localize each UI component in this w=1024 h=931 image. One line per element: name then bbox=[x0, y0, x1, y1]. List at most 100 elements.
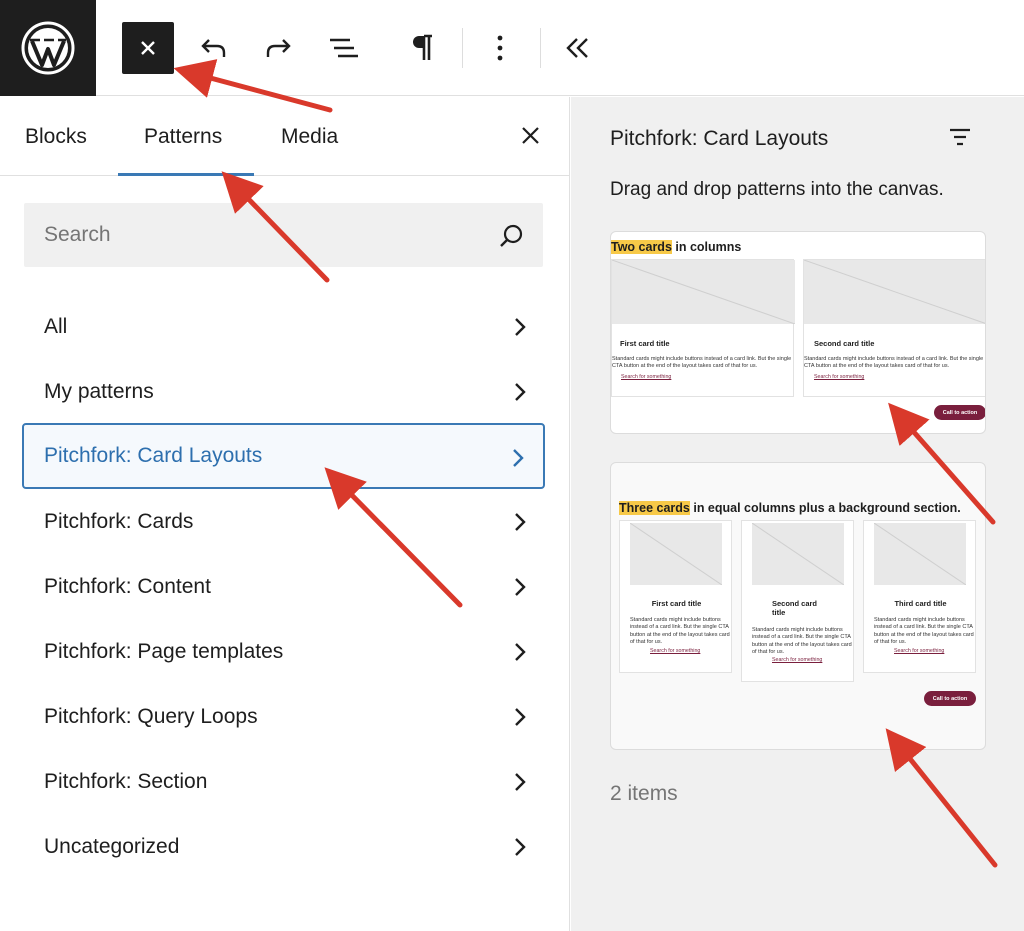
category-card-layouts[interactable]: Pitchfork: Card Layouts bbox=[22, 423, 545, 489]
category-page-templates[interactable]: Pitchfork: Page templates bbox=[22, 619, 545, 685]
image-placeholder bbox=[874, 523, 966, 585]
close-icon bbox=[522, 127, 539, 144]
image-placeholder bbox=[752, 523, 844, 585]
category-label: My patterns bbox=[44, 380, 154, 403]
chevron-right-icon bbox=[515, 578, 526, 596]
wordpress-logo-button[interactable] bbox=[0, 0, 96, 96]
category-label: Pitchfork: Section bbox=[44, 770, 208, 793]
pattern-card: Second card title Standard cards might i… bbox=[803, 259, 985, 397]
category-label: Pitchfork: Card Layouts bbox=[44, 444, 263, 467]
pattern-card: First card title Standard cards might in… bbox=[611, 259, 795, 397]
tab-patterns[interactable]: Patterns bbox=[144, 125, 222, 149]
pattern-search bbox=[24, 203, 543, 267]
close-panel-button[interactable] bbox=[518, 123, 544, 149]
image-placeholder bbox=[612, 260, 795, 324]
category-label: Pitchfork: Content bbox=[44, 575, 211, 598]
placeholder-diagonal-icon bbox=[752, 523, 844, 585]
card-title: Second card title bbox=[772, 599, 818, 617]
close-icon bbox=[141, 41, 155, 55]
list-view-button[interactable] bbox=[318, 22, 370, 74]
category-label: Uncategorized bbox=[44, 835, 180, 858]
filter-icon bbox=[950, 128, 970, 146]
pattern-preview-three-cards[interactable]: Three cards in equal columns plus a back… bbox=[610, 462, 986, 750]
panel-title: Pitchfork: Card Layouts bbox=[610, 127, 829, 150]
chevron-right-icon bbox=[515, 318, 526, 336]
card-body: Standard cards might include buttons ins… bbox=[874, 617, 974, 646]
toolbar-separator bbox=[540, 28, 541, 68]
card-title: Third card title bbox=[894, 599, 947, 608]
wordpress-logo-icon bbox=[21, 21, 75, 75]
category-uncategorized[interactable]: Uncategorized bbox=[22, 814, 545, 880]
chevron-right-icon bbox=[515, 513, 526, 531]
heading-highlight: Three cards bbox=[619, 501, 690, 515]
chevron-right-icon bbox=[515, 838, 526, 856]
pattern-heading: Two cards in columns bbox=[611, 240, 741, 254]
redo-button[interactable] bbox=[252, 22, 304, 74]
heading-highlight: Two cards bbox=[611, 240, 672, 254]
placeholder-diagonal-icon bbox=[874, 523, 966, 585]
category-label: Pitchfork: Cards bbox=[44, 510, 194, 533]
card-link: Search for something bbox=[772, 657, 823, 663]
list-view-icon bbox=[330, 38, 358, 58]
chevron-right-icon bbox=[513, 449, 524, 467]
tab-media[interactable]: Media bbox=[281, 125, 338, 149]
image-placeholder bbox=[630, 523, 722, 585]
card-title: First card title bbox=[651, 599, 702, 608]
placeholder-diagonal-icon bbox=[630, 523, 722, 585]
card-title: Second card title bbox=[814, 339, 875, 348]
chevron-right-icon bbox=[515, 773, 526, 791]
heading-text: in columns bbox=[671, 240, 742, 254]
card-link: Search for something bbox=[894, 648, 945, 654]
inserter-tabs: Blocks Patterns Media bbox=[0, 97, 570, 176]
undo-icon bbox=[201, 39, 226, 57]
heading-text: in equal columns plus a background secti… bbox=[689, 501, 961, 515]
tab-blocks[interactable]: Blocks bbox=[25, 125, 87, 149]
call-to-action-button: Call to action bbox=[924, 691, 976, 706]
close-inserter-button[interactable] bbox=[122, 22, 174, 74]
more-vertical-icon bbox=[497, 35, 503, 61]
category-my-patterns[interactable]: My patterns bbox=[22, 359, 545, 425]
toolbar-separator bbox=[462, 28, 463, 68]
pattern-card: Second card title Standard cards might i… bbox=[741, 520, 854, 682]
card-body: Standard cards might include buttons ins… bbox=[752, 627, 852, 656]
paragraph-button[interactable] bbox=[396, 22, 448, 74]
more-options-button[interactable] bbox=[474, 22, 526, 74]
pattern-count: 2 items bbox=[610, 782, 678, 805]
pattern-heading: Three cards in equal columns plus a back… bbox=[619, 501, 961, 515]
card-link: Search for something bbox=[621, 374, 672, 380]
patterns-explorer-panel: Pitchfork: Card Layouts Drag and drop pa… bbox=[571, 97, 1024, 931]
pattern-preview-two-cards[interactable]: Two cards in columns First card title St… bbox=[610, 231, 986, 434]
chevron-double-left-icon bbox=[566, 38, 588, 58]
pattern-card: First card title Standard cards might in… bbox=[619, 520, 732, 673]
chevron-right-icon bbox=[515, 708, 526, 726]
card-link: Search for something bbox=[650, 648, 701, 654]
search-input[interactable] bbox=[44, 223, 474, 247]
card-body: Standard cards might include buttons ins… bbox=[612, 356, 792, 370]
category-label: Pitchfork: Page templates bbox=[44, 640, 284, 663]
editor-toolbar bbox=[0, 0, 1024, 96]
block-inserter-panel: Blocks Patterns Media All My patterns Pi… bbox=[0, 97, 570, 931]
chevron-right-icon bbox=[515, 383, 526, 401]
filter-button[interactable] bbox=[949, 127, 971, 152]
category-section[interactable]: Pitchfork: Section bbox=[22, 749, 545, 815]
active-tab-indicator bbox=[118, 173, 254, 176]
card-body: Standard cards might include buttons ins… bbox=[804, 356, 984, 370]
card-link: Search for something bbox=[814, 374, 865, 380]
card-body: Standard cards might include buttons ins… bbox=[630, 617, 730, 646]
search-icon[interactable] bbox=[498, 223, 524, 249]
category-all[interactable]: All bbox=[22, 294, 545, 360]
placeholder-diagonal-icon bbox=[804, 260, 985, 324]
call-to-action-button: Call to action bbox=[934, 405, 985, 420]
undo-button[interactable] bbox=[188, 22, 240, 74]
category-cards[interactable]: Pitchfork: Cards bbox=[22, 489, 545, 555]
card-title: First card title bbox=[620, 339, 670, 348]
category-query-loops[interactable]: Pitchfork: Query Loops bbox=[22, 684, 545, 750]
chevron-right-icon bbox=[515, 643, 526, 661]
category-label: All bbox=[44, 315, 68, 338]
category-content[interactable]: Pitchfork: Content bbox=[22, 554, 545, 620]
category-label: Pitchfork: Query Loops bbox=[44, 705, 258, 728]
pattern-card: Third card title Standard cards might in… bbox=[863, 520, 976, 673]
placeholder-diagonal-icon bbox=[612, 260, 795, 324]
paragraph-icon bbox=[413, 34, 432, 60]
collapse-button[interactable] bbox=[552, 22, 604, 74]
